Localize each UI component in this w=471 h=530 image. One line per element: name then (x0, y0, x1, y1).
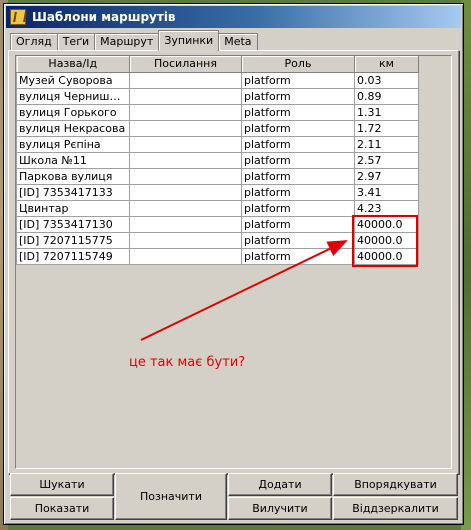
window-title: Шаблони маршрутів (32, 10, 176, 24)
table-row[interactable]: Паркова вулиця platform 2.97 (16, 167, 419, 185)
cell-name[interactable]: [ID] 7353417130 (16, 215, 130, 233)
header-name[interactable]: Назва/Ід (16, 56, 130, 73)
cell-role[interactable]: platform (241, 151, 355, 169)
table-row[interactable]: [ID] 7353417133 platform 3.41 (16, 183, 419, 201)
cell-km[interactable]: 40000.0 (354, 247, 419, 265)
cell-role[interactable]: platform (241, 215, 355, 233)
mirror-button[interactable]: Віддзеркалити (333, 497, 458, 520)
sort-button[interactable]: Впорядкувати (333, 473, 458, 496)
tab-stops[interactable]: Зупинки (158, 30, 220, 51)
cell-role[interactable]: platform (241, 167, 355, 185)
route-templates-window: Шаблони маршрутів Огляд Теґи Маршрут Зуп… (3, 3, 464, 525)
cell-role[interactable]: platform (241, 231, 355, 249)
cell-role[interactable]: platform (241, 103, 355, 121)
tab-tags[interactable]: Теґи (56, 33, 96, 51)
annotation-text: це так має бути? (129, 355, 246, 370)
table-row[interactable]: [ID] 7207115775 platform 40000.0 (16, 231, 419, 249)
tab-strip: Огляд Теґи Маршрут Зупинки Meta (10, 30, 258, 51)
cell-name[interactable]: вулиця Чернишевського (16, 87, 130, 105)
cell-role[interactable]: platform (241, 71, 355, 89)
stops-panel: Назва/Ід Посилання Роль км Музей Суворов… (8, 50, 459, 474)
cell-link[interactable] (129, 167, 242, 185)
cell-name[interactable]: Школа №11 (16, 151, 130, 169)
cell-km[interactable]: 0.03 (354, 71, 419, 89)
app-icon (10, 9, 26, 25)
cell-role[interactable]: platform (241, 199, 355, 217)
cell-name[interactable]: вулиця Горького (16, 103, 130, 121)
cell-link[interactable] (129, 151, 242, 169)
tab-meta[interactable]: Meta (218, 33, 258, 51)
cell-km[interactable]: 4.23 (354, 199, 419, 217)
cell-km[interactable]: 2.97 (354, 167, 419, 185)
cell-name[interactable]: Музей Суворова (16, 71, 130, 89)
cell-km[interactable]: 0.89 (354, 87, 419, 105)
cell-name[interactable]: Цвинтар (16, 199, 130, 217)
table-row[interactable]: [ID] 7353417130 platform 40000.0 (16, 215, 419, 233)
cell-link[interactable] (129, 183, 242, 201)
cell-name[interactable]: [ID] 7207115775 (16, 231, 130, 249)
cell-name[interactable]: [ID] 7353417133 (16, 183, 130, 201)
stops-table: Назва/Ід Посилання Роль км Музей Суворов… (16, 56, 419, 265)
show-button[interactable]: Показати (10, 497, 114, 520)
cell-km[interactable]: 2.57 (354, 151, 419, 169)
cell-name[interactable]: [ID] 7207115749 (16, 247, 130, 265)
cell-km[interactable]: 1.72 (354, 119, 419, 137)
cell-link[interactable] (129, 247, 242, 265)
table-row[interactable]: [ID] 7207115749 platform 40000.0 (16, 247, 419, 265)
remove-button[interactable]: Вилучити (228, 497, 332, 520)
stops-table-area: Назва/Ід Посилання Роль км Музей Суворов… (15, 55, 452, 469)
cell-km[interactable]: 2.11 (354, 135, 419, 153)
title-bar[interactable]: Шаблони маршрутів (6, 6, 461, 28)
cell-link[interactable] (129, 215, 242, 233)
header-link[interactable]: Посилання (129, 56, 242, 73)
tab-route[interactable]: Маршрут (94, 33, 160, 51)
table-row[interactable]: вулиця Горького platform 1.31 (16, 103, 419, 121)
cell-role[interactable]: platform (241, 119, 355, 137)
table-body: Музей Суворова platform 0.03 вулиця Чернише… (16, 71, 419, 265)
cell-link[interactable] (129, 135, 242, 153)
cell-name[interactable]: Паркова вулиця (16, 167, 130, 185)
mark-button[interactable]: Позначити (115, 473, 227, 520)
table-header-row: Назва/Ід Посилання Роль км (16, 56, 419, 73)
table-row[interactable]: Музей Суворова platform 0.03 (16, 71, 419, 89)
cell-link[interactable] (129, 199, 242, 217)
cell-link[interactable] (129, 119, 242, 137)
cell-role[interactable]: platform (241, 87, 355, 105)
cell-link[interactable] (129, 231, 242, 249)
table-row[interactable]: вулиця Рєпіна platform 2.11 (16, 135, 419, 153)
table-row[interactable]: вулиця Некрасова platform 1.72 (16, 119, 419, 137)
cell-role[interactable]: platform (241, 247, 355, 265)
button-bar: Шукати Показати Позначити Додати Вилучит… (10, 473, 459, 521)
cell-km[interactable]: 1.31 (354, 103, 419, 121)
add-button[interactable]: Додати (228, 473, 332, 496)
cell-link[interactable] (129, 87, 242, 105)
table-row[interactable]: Цвинтар platform 4.23 (16, 199, 419, 217)
cell-name[interactable]: вулиця Некрасова (16, 119, 130, 137)
header-role[interactable]: Роль (241, 56, 355, 73)
cell-role[interactable]: platform (241, 135, 355, 153)
cell-name[interactable]: вулиця Рєпіна (16, 135, 130, 153)
search-button[interactable]: Шукати (10, 473, 114, 496)
cell-km[interactable]: 40000.0 (354, 215, 419, 233)
cell-link[interactable] (129, 103, 242, 121)
cell-km[interactable]: 3.41 (354, 183, 419, 201)
cell-km[interactable]: 40000.0 (354, 231, 419, 249)
cell-link[interactable] (129, 71, 242, 89)
tab-overview[interactable]: Огляд (10, 33, 58, 51)
header-km[interactable]: км (354, 56, 419, 73)
table-row[interactable]: вулиця Чернишевського platform0.89 (16, 87, 419, 105)
table-row[interactable]: Школа №11 platform 2.57 (16, 151, 419, 169)
cell-role[interactable]: platform (241, 183, 355, 201)
